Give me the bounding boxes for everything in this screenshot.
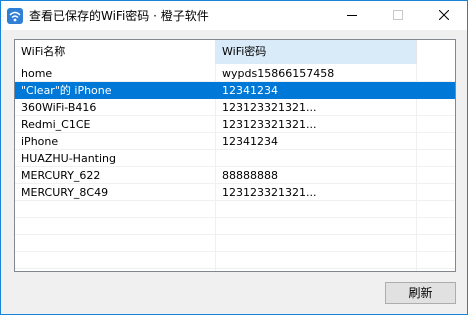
table-row[interactable]: HUAZHU-Hanting (15, 150, 455, 167)
maximize-icon (393, 10, 403, 20)
maximize-button[interactable] (375, 1, 421, 30)
list-header: WiFi名称 WiFi密码 (15, 40, 455, 64)
empty-table-row (15, 218, 455, 235)
table-row[interactable]: MERCURY_8C49 123123321321... (15, 184, 455, 201)
wifi-name-cell: "Clear"的 iPhone (21, 84, 112, 97)
close-icon (439, 10, 449, 20)
wifi-password-cell: 12341234 (222, 84, 278, 97)
wifi-password-cell: 123123321321... (222, 118, 317, 131)
wifi-password-cell: wypds15866157458 (222, 67, 335, 80)
wifi-password-cell (216, 150, 417, 166)
wifi-name-cell: 360WiFi-B416 (21, 101, 97, 114)
wifi-password-cell: 88888888 (222, 169, 278, 182)
table-row[interactable]: "Clear"的 iPhone 12341234 (15, 82, 455, 99)
wifi-name-cell: MERCURY_8C49 (21, 186, 109, 199)
table-row[interactable]: Redmi_C1CE 123123321321... (15, 116, 455, 133)
list-rows: home wypds15866157458 "Clear"的 iPhone 12341… (15, 65, 455, 269)
table-row[interactable]: 360WiFi-B416 123123321321... (15, 99, 455, 116)
wifi-name-cell: HUAZHU-Hanting (21, 152, 116, 165)
empty-table-row (15, 252, 455, 269)
wifi-list-view[interactable]: WiFi名称 WiFi密码 home wypds15866157458 "Clear… (14, 39, 456, 272)
wifi-name-cell: iPhone (21, 135, 59, 148)
wifi-name-cell: MERCURY_622 (21, 169, 101, 182)
wifi-name-cell: home (21, 67, 53, 80)
wifi-icon (7, 8, 23, 24)
close-button[interactable] (421, 1, 467, 30)
wifi-password-cell: 12341234 (222, 135, 278, 148)
empty-table-row (15, 235, 455, 252)
table-row[interactable]: home wypds15866157458 (15, 65, 455, 82)
title-bar[interactable]: 查看已保存的WiFi密码 · 橙子软件 (1, 1, 467, 30)
column-header-wifi-password[interactable]: WiFi密码 (216, 40, 417, 64)
table-row[interactable]: MERCURY_622 88888888 (15, 167, 455, 184)
refresh-button[interactable]: 刷新 (385, 282, 456, 304)
empty-table-row (15, 201, 455, 218)
minimize-icon (347, 15, 357, 16)
table-row[interactable]: iPhone 12341234 (15, 133, 455, 150)
column-header-filler (417, 40, 455, 64)
main-window: 查看已保存的WiFi密码 · 橙子软件 WiFi名称 WiFi密码 home wy… (0, 0, 468, 315)
minimize-button[interactable] (329, 1, 375, 30)
column-header-wifi-name[interactable]: WiFi名称 (15, 40, 216, 64)
wifi-name-cell: Redmi_C1CE (21, 118, 91, 131)
window-title: 查看已保存的WiFi密码 · 橙子软件 (29, 9, 209, 23)
wifi-password-cell: 123123321321... (222, 101, 317, 114)
wifi-password-cell: 123123321321... (222, 186, 317, 199)
